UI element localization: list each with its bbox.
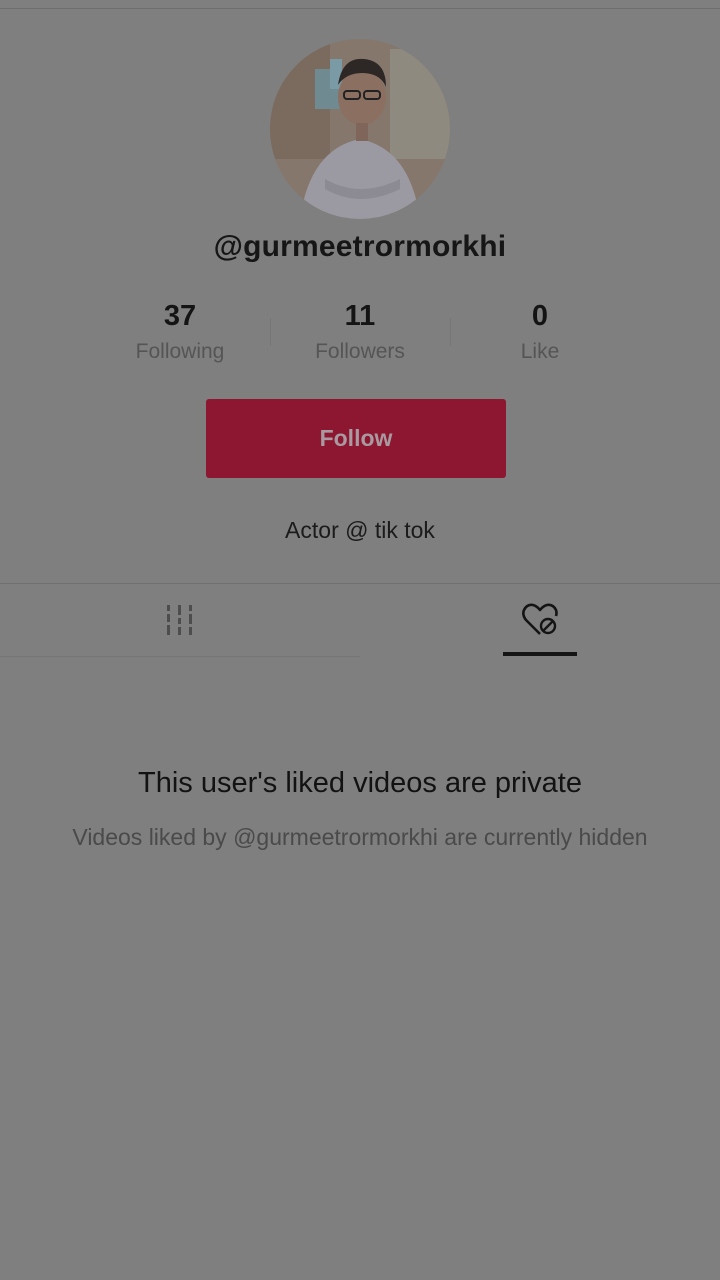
active-tab-indicator [503, 652, 577, 656]
tab-videos[interactable] [0, 584, 360, 656]
likes-label: Like [520, 340, 560, 363]
tab-liked[interactable] [360, 584, 720, 656]
profile-bio: Actor @ tik tok [285, 517, 435, 543]
followers-label: Followers [315, 340, 405, 363]
stat-likes[interactable]: 0 Like [450, 296, 630, 364]
tabs-bottom-divider [0, 656, 360, 657]
liked-private-heart-icon [522, 603, 558, 635]
grid-icon [167, 605, 192, 635]
profile-username: @gurmeetrormorkhi [213, 230, 507, 263]
followers-count: 11 [344, 300, 376, 332]
profile-stats: 37 Following 11 Followers 0 Like [90, 296, 630, 376]
avatar-photo [270, 39, 450, 219]
avatar[interactable] [270, 39, 450, 219]
stat-following[interactable]: 37 Following [90, 296, 270, 364]
empty-state-description: Videos liked by @gurmeetrormorkhi are cu… [72, 824, 648, 850]
stat-followers[interactable]: 11 Followers [270, 296, 450, 364]
following-label: Following [135, 340, 225, 363]
empty-state-title: This user's liked videos are private [138, 767, 582, 799]
follow-button[interactable]: Follow [206, 399, 506, 478]
top-divider [0, 8, 720, 9]
likes-count: 0 [531, 300, 549, 332]
following-count: 37 [163, 300, 197, 332]
